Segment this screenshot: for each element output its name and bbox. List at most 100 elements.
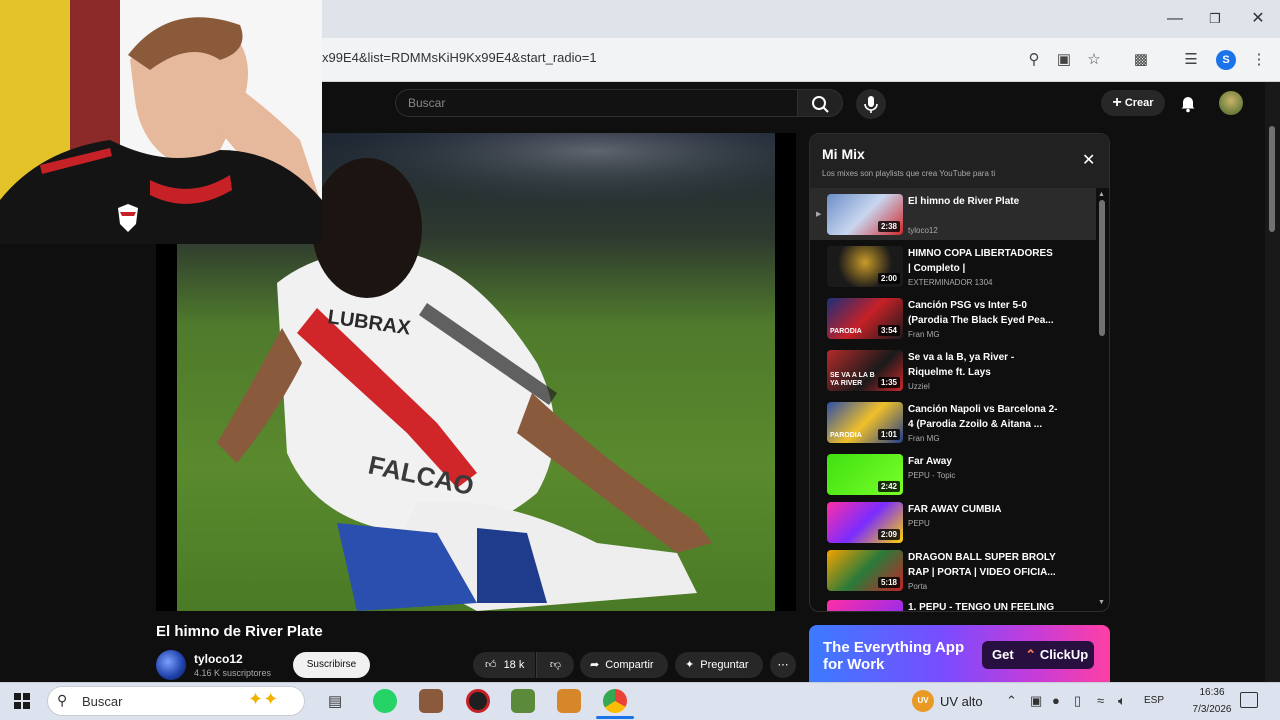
mix-item-title[interactable]: 1. PEPU - TENGO UN FEELING <box>908 600 1058 611</box>
mix-list-item[interactable]: ▶ 2:38 El himno de River Plate tyloco12 <box>810 188 1096 240</box>
mix-item-thumbnail[interactable]: 2:38 <box>827 194 903 235</box>
mix-item-thumbnail[interactable] <box>827 600 903 611</box>
search-button[interactable] <box>797 89 843 117</box>
windows-start-icon[interactable] <box>14 693 30 714</box>
mix-list-item[interactable]: 1. PEPU - TENGO UN FEELING <box>810 594 1096 611</box>
media-controls-icon[interactable]: ☰ <box>1181 50 1201 70</box>
minimize-icon[interactable]: — <box>1163 8 1187 30</box>
ad-banner[interactable]: The Everything App for Work Get ⌃ ClickU… <box>809 625 1110 682</box>
taskbar-search-icon: ⚲ <box>57 692 68 708</box>
mix-list-item[interactable]: 5:18 DRAGON BALL SUPER BROLY RAP | PORTA … <box>810 544 1096 596</box>
maximize-icon[interactable]: ❐ <box>1203 8 1227 30</box>
close-window-icon[interactable]: ✕ <box>1246 8 1270 30</box>
scroll-up-icon[interactable]: ▲ <box>1098 191 1105 198</box>
task-view-icon[interactable]: ▤ <box>328 692 342 710</box>
mix-item-title[interactable]: Canción Napoli vs Barcelona 2-4 (Parodia… <box>908 402 1058 432</box>
address-bar-url[interactable]: x99E4&list=RDMMsKiH9Kx99E4&start_radio=1 <box>322 50 597 65</box>
app-photo-icon[interactable] <box>419 689 443 713</box>
mix-item-title[interactable]: Se va a la B, ya River - Riquelme ft. La… <box>908 350 1058 380</box>
duration-badge: 5:18 <box>877 577 900 588</box>
mix-header: Mi Mix Los mixes son playlists que crea … <box>810 134 1109 188</box>
mix-item-channel: Fran MG <box>908 330 940 339</box>
tray-device-icon[interactable]: ▣ <box>1030 693 1042 709</box>
mix-item-channel: PEPU <box>908 519 930 528</box>
close-icon[interactable]: ✕ <box>1082 150 1095 170</box>
like-count: 18 k <box>503 659 525 671</box>
channel-name[interactable]: tyloco12 <box>194 652 243 666</box>
clock-time[interactable]: 16:36 <box>1188 687 1236 698</box>
mix-scrollbar[interactable] <box>1099 200 1105 336</box>
weather-text[interactable]: UV alto <box>940 694 983 709</box>
mix-item-channel: PEPU - Topic <box>908 471 956 480</box>
page-scrollbar[interactable] <box>1265 82 1280 682</box>
ad-cta-button[interactable]: Get ⌃ ClickUp <box>982 641 1094 669</box>
scroll-down-icon[interactable]: ▼ <box>1098 599 1105 606</box>
mix-item-title[interactable]: DRAGON BALL SUPER BROLY RAP | PORTA | VI… <box>908 550 1058 580</box>
mix-list-item[interactable]: PARODIA 1:01 Canción Napoli vs Barcelona 2… <box>810 396 1096 448</box>
user-avatar[interactable] <box>1219 91 1243 115</box>
mix-item-title[interactable]: FAR AWAY CUMBIA <box>908 502 1058 517</box>
mix-item-title[interactable]: Far Away <box>908 454 1058 469</box>
browser-profile-avatar[interactable]: S <box>1216 50 1236 70</box>
thumbnail-label: SE VA A LA B YA RIVER <box>830 372 875 387</box>
bookmark-star-icon[interactable]: ☆ <box>1084 50 1104 70</box>
mix-item-thumbnail[interactable]: 2:42 <box>827 454 903 495</box>
mix-item-channel: EXTERMINADOR 1304 <box>908 278 993 287</box>
subscribe-button[interactable]: Suscribirse <box>293 652 370 678</box>
game-app-icon[interactable] <box>557 689 581 713</box>
like-button[interactable]: 👍︎ 18 k <box>473 652 535 678</box>
river-app-icon[interactable] <box>466 689 490 713</box>
mix-title: Mi Mix <box>822 146 865 162</box>
tray-mic-icon[interactable]: ● <box>1052 693 1060 708</box>
mix-item-title[interactable]: HIMNO COPA LIBERTADORES | Completo | <box>908 246 1058 276</box>
mix-list-item[interactable]: 2:42 Far Away PEPU - Topic <box>810 448 1096 500</box>
mix-item-thumbnail[interactable]: 2:09 <box>827 502 903 543</box>
mix-list-item[interactable]: PARODIA 3:54 Canción PSG vs Inter 5-0 (Par… <box>810 292 1096 344</box>
page-scrollbar-thumb[interactable] <box>1269 126 1275 232</box>
notifications-button[interactable] <box>1177 92 1199 114</box>
share-button[interactable]: ➦ Compartir <box>580 652 668 678</box>
create-button[interactable]: + Crear <box>1101 90 1165 116</box>
whatsapp-icon[interactable] <box>373 689 397 713</box>
chrome-icon[interactable] <box>603 689 627 713</box>
mix-list-item[interactable]: 2:00 HIMNO COPA LIBERTADORES | Completo |… <box>810 240 1096 292</box>
search-input[interactable]: Buscar <box>395 89 797 117</box>
volume-icon[interactable]: 🔈︎ <box>1118 693 1126 709</box>
mix-item-thumbnail[interactable]: PARODIA 1:01 <box>827 402 903 443</box>
bell-icon <box>1181 97 1195 113</box>
language-indicator[interactable]: ESP <box>1144 695 1164 706</box>
webcam-feed-illustration <box>0 0 322 244</box>
tray-battery-icon[interactable]: ▯ <box>1074 693 1081 709</box>
duration-badge: 1:01 <box>877 429 900 440</box>
tray-chevron-icon[interactable]: ⌃ <box>1006 693 1017 709</box>
install-app-icon[interactable]: ▣ <box>1054 50 1074 70</box>
mix-item-thumbnail[interactable]: 5:18 <box>827 550 903 591</box>
mix-item-thumbnail[interactable]: 2:00 <box>827 246 903 287</box>
dislike-button[interactable]: 👎︎ <box>536 652 574 678</box>
mix-item-title[interactable]: Canción PSG vs Inter 5-0 (Parodia The Bl… <box>908 298 1058 328</box>
search-icon <box>812 96 829 113</box>
mix-subtitle: Los mixes son playlists que crea YouTube… <box>822 169 996 178</box>
thumbs-up-icon: 👍︎ <box>485 659 497 671</box>
mix-list-item[interactable]: 2:09 FAR AWAY CUMBIA PEPU <box>810 496 1096 548</box>
duration-badge: 2:09 <box>877 529 900 540</box>
browser-menu-icon[interactable]: ⋮ <box>1249 50 1269 70</box>
voice-search-button[interactable] <box>856 89 886 119</box>
notification-center-icon[interactable] <box>1240 692 1258 708</box>
wifi-icon[interactable]: ≈ <box>1097 693 1104 708</box>
zoom-icon[interactable]: ⚲ <box>1024 50 1044 70</box>
mix-item-title[interactable]: El himno de River Plate <box>908 194 1058 209</box>
active-app-indicator <box>596 716 634 719</box>
clickup-logo-icon: ⌃ <box>1025 647 1037 662</box>
mix-item-thumbnail[interactable]: SE VA A LA B YA RIVER 1:35 <box>827 350 903 391</box>
mix-item-channel: Fran MG <box>908 434 940 443</box>
extensions-icon[interactable]: ▩ <box>1131 50 1151 70</box>
mix-list-item[interactable]: SE VA A LA B YA RIVER 1:35 Se va a la B, y… <box>810 344 1096 396</box>
mix-item-thumbnail[interactable]: PARODIA 3:54 <box>827 298 903 339</box>
channel-avatar[interactable] <box>156 650 186 680</box>
ask-button[interactable]: ✦ Preguntar <box>675 652 763 678</box>
clock-date[interactable]: 7/3/2026 <box>1188 704 1236 715</box>
sparkle-icon: ✦ <box>685 659 695 671</box>
more-actions-button[interactable]: ⋯ <box>770 652 796 678</box>
minecraft-icon[interactable] <box>511 689 535 713</box>
